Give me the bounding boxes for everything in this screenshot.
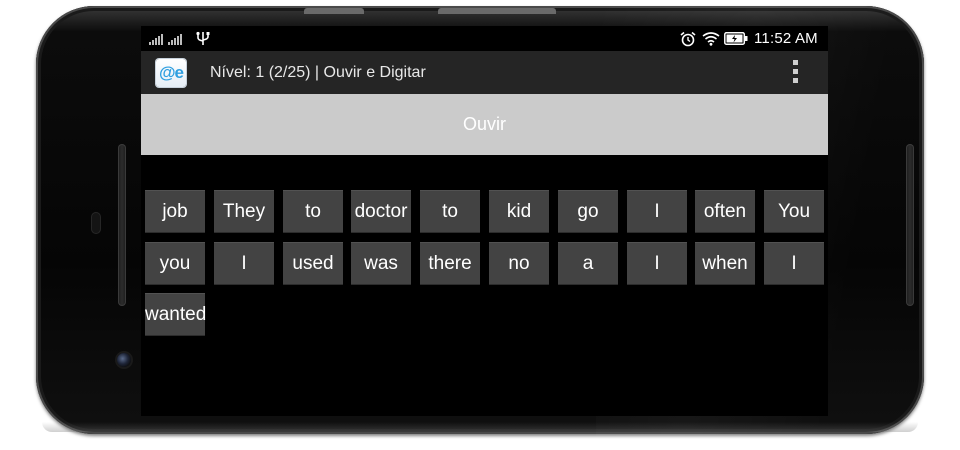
word-button[interactable]: job <box>145 190 205 233</box>
speaker-grille-right <box>906 144 914 306</box>
word-button[interactable]: a <box>558 242 618 285</box>
word-button[interactable]: I <box>214 242 274 285</box>
app-icon[interactable]: @e <box>156 59 186 87</box>
word-button[interactable]: used <box>283 242 343 285</box>
front-camera <box>117 353 131 367</box>
signal-icon <box>149 34 182 45</box>
word-button[interactable]: there <box>420 242 480 285</box>
listen-button[interactable]: Ouvir <box>141 94 828 155</box>
speaker-grille-left <box>118 144 126 306</box>
word-button[interactable]: They <box>214 190 274 233</box>
word-button[interactable]: You <box>764 190 824 233</box>
word-button[interactable]: I <box>627 190 687 233</box>
usb-icon <box>196 31 210 45</box>
page-title: Nível: 1 (2/25) | Ouvir e Digitar <box>210 64 426 81</box>
power-button <box>304 8 364 14</box>
word-button[interactable]: I <box>764 242 824 285</box>
word-button[interactable]: you <box>145 242 205 285</box>
battery-icon <box>724 32 748 45</box>
status-clock: 11:52 AM <box>754 30 818 47</box>
alarm-icon <box>680 31 696 47</box>
wifi-icon <box>702 32 720 46</box>
word-button[interactable]: wanted <box>145 293 206 336</box>
word-grid: job They to doctor to kid go Ioften You you Iused w… <box>141 187 828 337</box>
word-button[interactable]: doctor <box>351 190 411 233</box>
word-button[interactable]: when <box>695 242 755 285</box>
word-button[interactable]: I <box>627 242 687 285</box>
word-button[interactable]: go <box>558 190 618 233</box>
proximity-sensor <box>91 212 101 234</box>
word-button[interactable]: often <box>695 190 755 233</box>
word-button[interactable]: to <box>283 190 343 233</box>
volume-button <box>438 8 556 14</box>
action-bar: @e Nível: 1 (2/25) | Ouvir e Digitar <box>141 51 828 94</box>
word-button[interactable]: to <box>420 190 480 233</box>
status-bar: 11:52 AM <box>141 26 828 51</box>
word-button[interactable]: was <box>351 242 411 285</box>
screen: 11:52 AM @e Nível: 1 (2/25) | Ouvir e Di… <box>141 26 828 416</box>
word-button[interactable]: kid <box>489 190 549 233</box>
overflow-menu-icon[interactable] <box>792 60 800 86</box>
word-button[interactable]: no <box>489 242 549 285</box>
